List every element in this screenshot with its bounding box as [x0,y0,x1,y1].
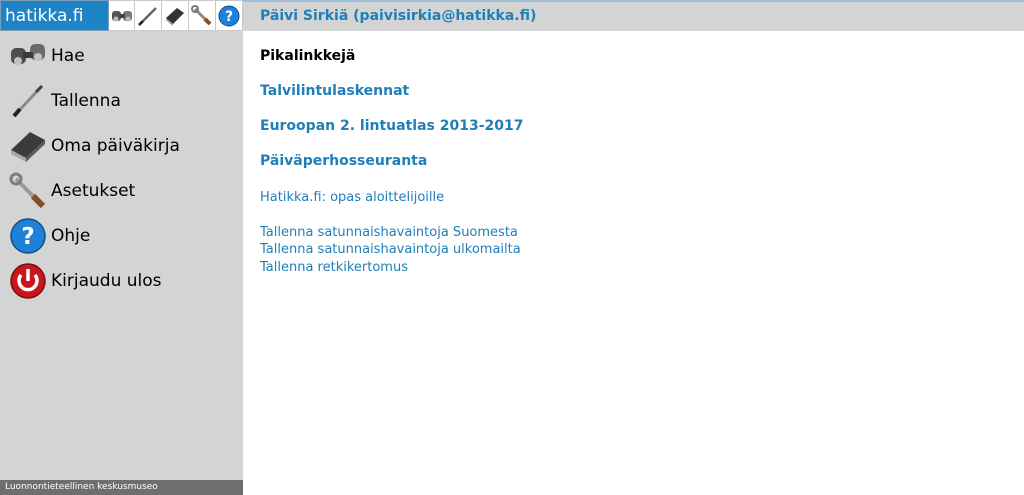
menu-item-label: Asetukset [51,180,136,201]
help-icon: ? [8,216,48,256]
menu-item-label: Tallenna [51,90,121,111]
power-icon [8,261,48,301]
pen-icon [8,81,48,121]
menu-item-label: Hae [51,45,85,66]
toolbar-pen-icon[interactable] [135,0,163,31]
link-save-trip-report[interactable]: Tallenna retkikertomus [260,259,1000,277]
menu-item-hae[interactable]: Hae [0,33,243,78]
toolbar-book-icon[interactable] [162,0,190,31]
toolbar-help-icon[interactable]: ? [216,0,244,31]
svg-text:?: ? [21,224,34,250]
footer-text: Luonnontieteellinen keskusmuseo [0,480,243,495]
binoculars-icon [8,36,48,76]
page-title: Pikalinkkejä [260,48,356,64]
wrench-icon [8,171,48,211]
book-icon [8,126,48,166]
sidebar: hatikka.fi ? Hae Tallenna Oma päiväkirja… [0,0,244,495]
brand-logo[interactable]: hatikka.fi [0,0,109,31]
svg-text:?: ? [225,9,233,25]
menu-item-oma-paivakirja[interactable]: Oma päiväkirja [0,123,243,168]
link-talvilintulaskennat[interactable]: Talvilintulaskennat [260,83,1000,102]
menu-item-asetukset[interactable]: Asetukset [0,168,243,213]
link-lintuatlas[interactable]: Euroopan 2. lintuatlas 2013-2017 [260,118,1000,137]
main-menu: Hae Tallenna Oma päiväkirja Asetukset ? … [0,33,243,303]
menu-item-ohje[interactable]: ? Ohje [0,213,243,258]
menu-item-label: Ohje [51,225,91,246]
link-save-finland[interactable]: Tallenna satunnaishavaintoja Suomesta [260,224,1000,242]
menu-item-label: Oma päiväkirja [51,135,180,156]
link-paivaperhosseuranta[interactable]: Päiväperhosseuranta [260,153,1000,172]
link-save-abroad[interactable]: Tallenna satunnaishavaintoja ulkomailta [260,241,1000,259]
toolbar-wrench-icon[interactable] [189,0,217,31]
menu-item-kirjaudu-ulos[interactable]: Kirjaudu ulos [0,258,243,303]
menu-item-tallenna[interactable]: Tallenna [0,78,243,123]
toolbar: hatikka.fi ? [0,0,244,31]
menu-item-label: Kirjaudu ulos [51,270,162,291]
user-name: Päivi Sirkiä (paivisirkia@hatikka.fi) [260,8,537,24]
page-header: Päivi Sirkiä (paivisirkia@hatikka.fi) [243,0,1024,31]
main-content: Pikalinkkejä Talvilintulaskennat Euroopa… [260,48,1000,276]
toolbar-binoculars-icon[interactable] [108,0,136,31]
link-beginner-guide[interactable]: Hatikka.fi: opas aloittelijoille [260,189,1000,207]
